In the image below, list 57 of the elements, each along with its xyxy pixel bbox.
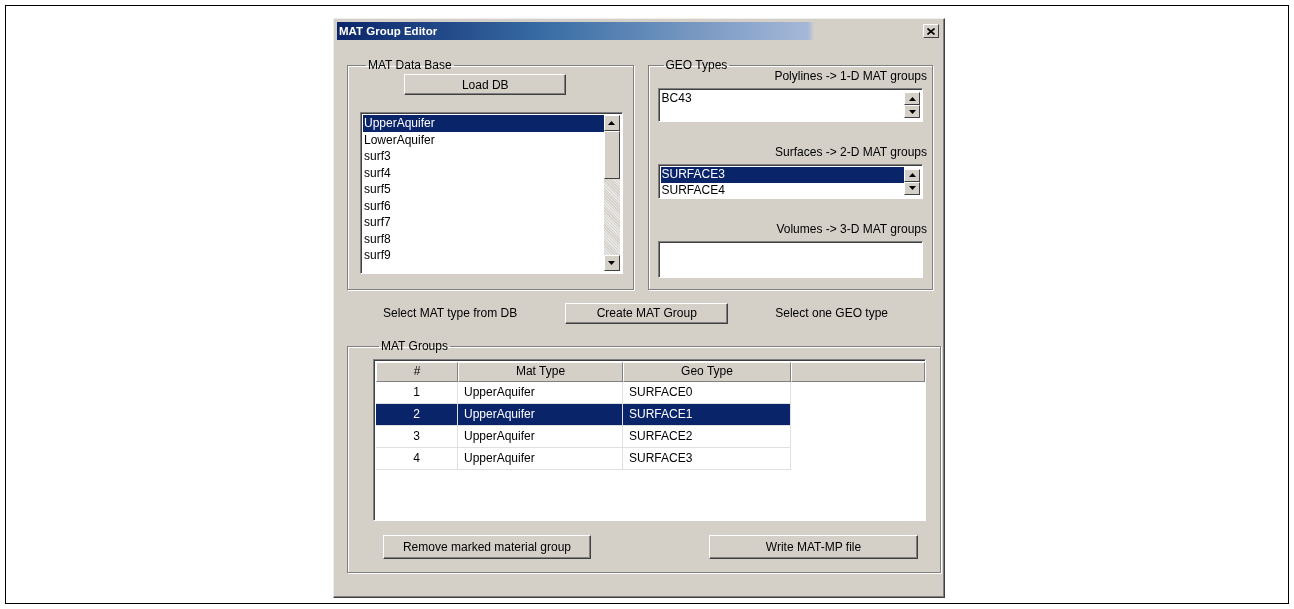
triangle-up-icon (908, 173, 916, 177)
list-item[interactable]: UpperAquifer (363, 115, 604, 132)
list-item[interactable]: SURFACE4 (660, 182, 904, 198)
scroll-down-button[interactable] (603, 255, 620, 271)
scroll-thumb[interactable] (603, 131, 620, 179)
hint-text: Select MAT type from DB (383, 306, 518, 320)
table-cell: SURFACE1 (623, 404, 791, 426)
table-cell: UpperAquifer (458, 404, 623, 426)
list-item[interactable]: LowerAquifer (363, 131, 604, 148)
table-cell: UpperAquifer (458, 426, 623, 448)
triangle-up-icon (608, 121, 616, 125)
triangle-down-icon (908, 109, 916, 114)
column-header[interactable]: # (376, 362, 458, 382)
list-item[interactable]: BC43 (660, 91, 904, 107)
section-label: Surfaces -> 2-D MAT groups (774, 145, 927, 159)
close-button[interactable] (923, 24, 939, 38)
column-header[interactable]: Mat Type (458, 362, 623, 382)
list-box[interactable]: BC43 (657, 88, 923, 122)
create-group-button[interactable]: Create MAT Group (565, 302, 729, 324)
load-button[interactable]: Load DB (404, 74, 567, 95)
scroll-up-button[interactable] (904, 168, 920, 182)
table-cell: SURFACE3 (623, 448, 791, 470)
triangle-down-icon (608, 261, 616, 265)
section-label: Polylines -> 1-D MAT groups (773, 69, 927, 83)
list-box[interactable] (657, 241, 923, 278)
table-cell: 2 (376, 404, 458, 426)
list-item[interactable]: surf6 (363, 197, 604, 214)
column-header[interactable]: Geo Type (623, 362, 791, 382)
list-item[interactable]: SURFACE3 (660, 167, 904, 183)
table-cell: UpperAquifer (458, 448, 623, 470)
window-title: MAT Group Editor (339, 25, 438, 37)
list-item[interactable]: surf9 (363, 247, 604, 264)
triangle-up-icon (908, 96, 916, 101)
triangle-down-icon (908, 186, 916, 190)
list-item[interactable]: surf7 (363, 214, 604, 231)
list-box[interactable]: SURFACE3 SURFACE4 (657, 164, 923, 199)
table-row[interactable]: 3 UpperAquifer SURFACE2 (376, 426, 791, 448)
table-row[interactable]: 4 UpperAquifer SURFACE3 (376, 448, 791, 470)
group-title: MAT Data Base (367, 58, 453, 72)
list-item[interactable]: surf4 (363, 164, 604, 181)
scroll-bar[interactable] (603, 113, 622, 273)
hint-text: Select one GEO type (775, 306, 888, 320)
scroll-down-button[interactable] (904, 105, 920, 118)
table-cell: 3 (376, 426, 458, 448)
group-title: GEO Types (664, 58, 729, 72)
table-row[interactable]: 2 UpperAquifer SURFACE1 (376, 404, 791, 426)
list-item[interactable]: surf5 (363, 181, 604, 198)
table-cell: SURFACE2 (623, 426, 791, 448)
table-cell: 4 (376, 448, 458, 470)
scroll-up-button[interactable] (904, 92, 920, 105)
action-button[interactable]: Remove marked material group (383, 535, 591, 559)
group-title: MAT Groups (380, 339, 449, 353)
close-icon (927, 27, 935, 35)
list-item[interactable]: surf3 (363, 148, 604, 165)
section-label: Volumes -> 3-D MAT groups (775, 222, 927, 236)
action-button[interactable]: Write MAT-MP file (709, 535, 918, 559)
list-item[interactable]: surf8 (363, 230, 604, 247)
